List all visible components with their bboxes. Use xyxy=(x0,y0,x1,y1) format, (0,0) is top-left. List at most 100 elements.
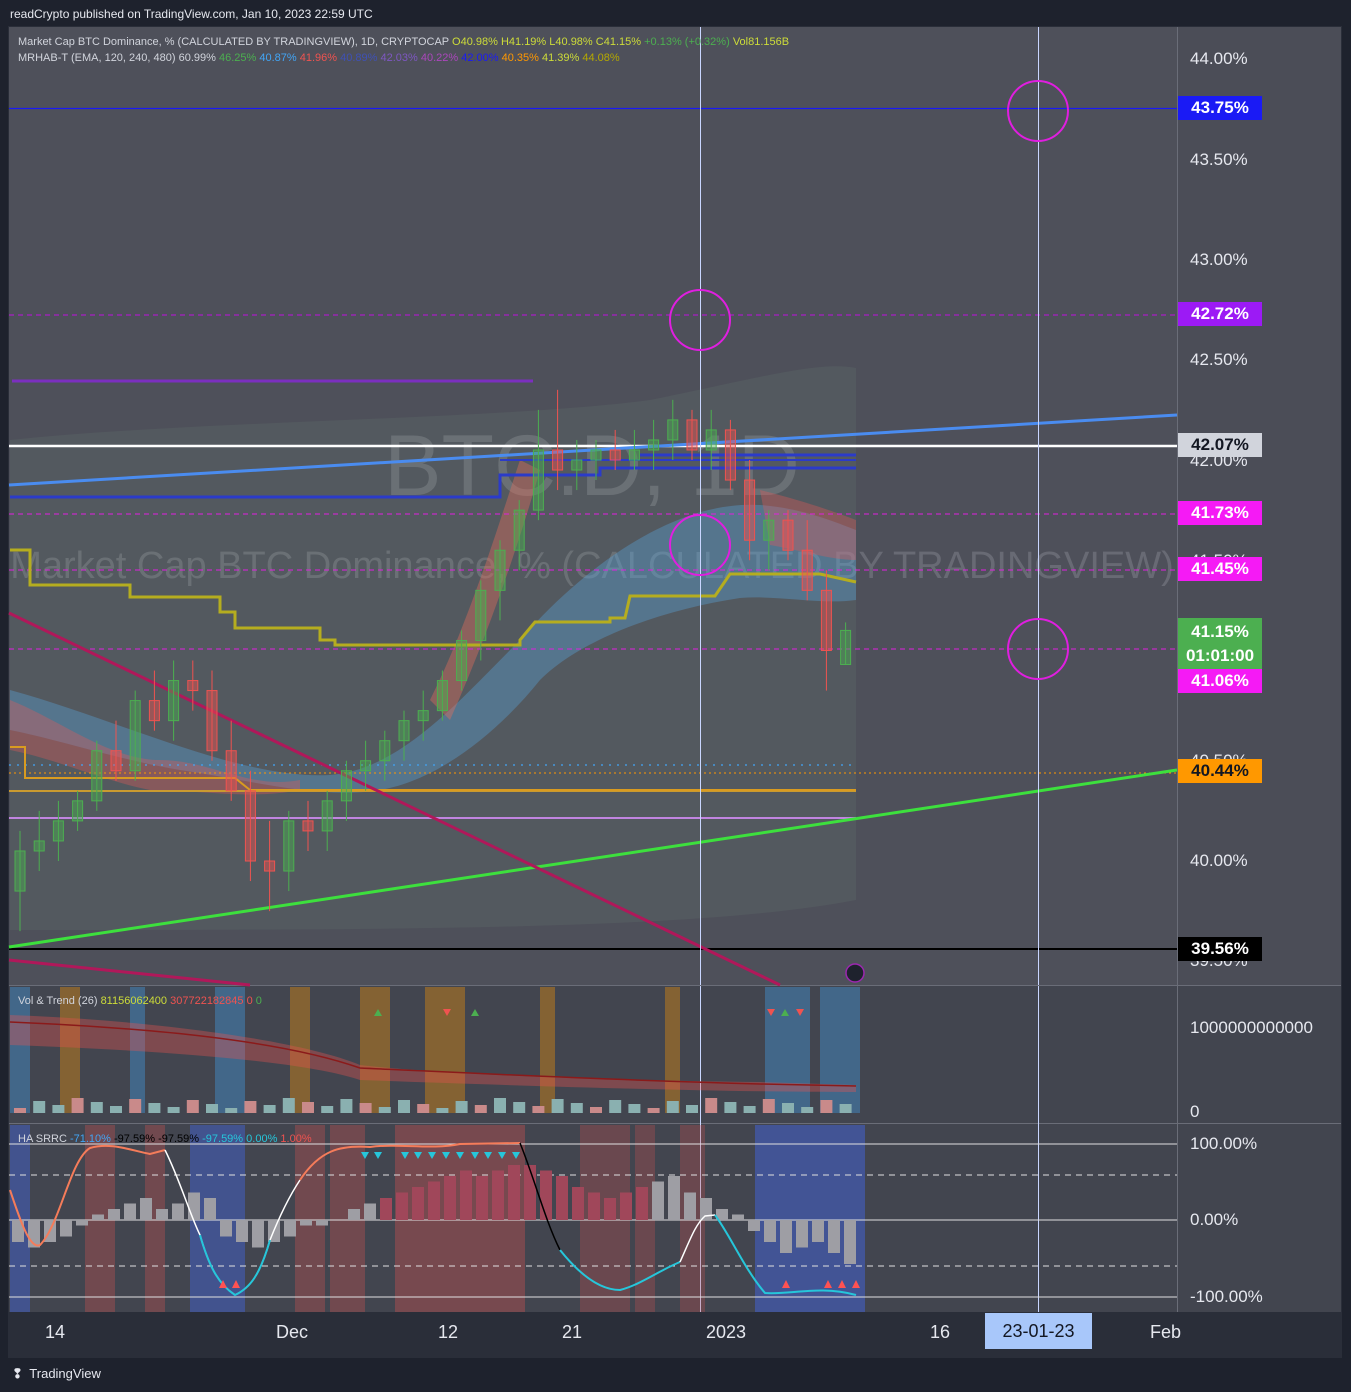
candle-body xyxy=(648,439,660,451)
price-tick: 42.50% xyxy=(1190,350,1248,369)
mrhab-v5: 40.89% xyxy=(340,52,378,64)
candle-body xyxy=(33,840,45,852)
candle-body xyxy=(763,519,775,541)
vol-bar xyxy=(398,1100,410,1113)
trend-stripe xyxy=(765,987,810,1113)
time-tick: 14 xyxy=(45,1322,66,1342)
vol-bar xyxy=(436,1108,449,1113)
osc-axis-100: 100.00% xyxy=(1190,1134,1258,1153)
candle-body xyxy=(571,459,583,471)
candle-body xyxy=(225,750,237,792)
candle-body xyxy=(705,429,717,451)
last-price: 41.15% xyxy=(1191,622,1249,641)
osc-hist-bar xyxy=(700,1198,712,1220)
candle-body xyxy=(244,790,256,862)
legend-high: H41.19% xyxy=(500,36,547,48)
osc-hist-bar xyxy=(572,1187,584,1220)
osc-hist-bar xyxy=(92,1214,104,1220)
vol-bar xyxy=(609,1100,622,1113)
osc-title: HA SRRC xyxy=(18,1133,67,1145)
osc-v5: 0.00% xyxy=(246,1133,278,1145)
price-tag-42-72: 42.72% xyxy=(1178,302,1262,326)
osc-hist-bar xyxy=(588,1192,600,1220)
osc-hist-bar xyxy=(460,1170,472,1220)
price-tag-40-44: 40.44% xyxy=(1178,759,1262,783)
candle-body xyxy=(782,519,794,551)
osc-v6: 1.00% xyxy=(280,1133,312,1145)
vol-bar xyxy=(340,1099,353,1113)
price-tag-41-06: 41.06% xyxy=(1178,669,1262,693)
lightning-icon xyxy=(845,963,865,983)
vol-bar xyxy=(666,1101,679,1113)
candle-body xyxy=(724,429,736,481)
cursor-date-label: 23-01-23 xyxy=(985,1313,1092,1349)
candle-body xyxy=(456,639,468,682)
vol-bar xyxy=(282,1098,295,1113)
mrhab-v4: 41.96% xyxy=(299,52,338,64)
candle-body xyxy=(187,680,199,692)
osc-axis-neg100: -100.00% xyxy=(1190,1287,1263,1306)
vol-bar xyxy=(359,1103,372,1113)
trend-stripe xyxy=(820,987,860,1113)
price-tick: 44.00% xyxy=(1190,49,1248,68)
mrhab-v2: 46.25% xyxy=(218,52,257,64)
tradingview-icon: ❢ xyxy=(12,1366,23,1381)
candle-body xyxy=(206,690,218,752)
vol-bar xyxy=(321,1106,334,1113)
mrhab-name: MRHAB-T (EMA, 120, 240, 480) xyxy=(18,52,176,64)
last-price-tag: 41.15% 01:01:00 xyxy=(1178,618,1262,670)
vol-axis-bottom: 0 xyxy=(1190,1102,1200,1121)
time-tick: 12 xyxy=(438,1322,459,1342)
vol-bar xyxy=(148,1103,161,1113)
osc-hist-bar xyxy=(668,1176,680,1220)
legend-change-pct: (+0.32%) xyxy=(684,36,730,48)
osc-hist-bar xyxy=(76,1220,88,1226)
osc-hist-bar xyxy=(492,1170,504,1220)
osc-hist-bar xyxy=(140,1198,152,1220)
vol-bar xyxy=(647,1108,660,1113)
candle-body xyxy=(801,549,813,591)
candle-body xyxy=(129,700,141,772)
candle-body xyxy=(436,680,448,712)
candle-body xyxy=(72,800,84,822)
osc-hist-bar xyxy=(684,1192,696,1220)
vol-bar xyxy=(225,1108,238,1113)
candle-body xyxy=(590,449,602,461)
osc-hist-bar xyxy=(60,1220,72,1237)
vol-legend: Vol & Trend (26) 81156062400 30772218284… xyxy=(18,995,262,1007)
vol-bar xyxy=(628,1104,641,1113)
tradingview-logo[interactable]: ❢ TradingView xyxy=(12,1366,101,1382)
candle-body xyxy=(264,860,276,872)
candle-body xyxy=(494,549,506,591)
candle-body xyxy=(686,419,698,451)
vol-bar xyxy=(820,1100,833,1113)
vol-bar xyxy=(417,1104,430,1113)
osc-hist-bar xyxy=(540,1170,552,1220)
osc-hist-bar xyxy=(620,1192,632,1220)
candle-body xyxy=(360,760,372,772)
mrhab-v9: 40.35% xyxy=(501,52,539,64)
chart-canvas[interactable]: BTC.D, 1DMarket Cap BTC Dominance, % (CA… xyxy=(0,0,1351,1392)
price-tag-43-75: 43.75% xyxy=(1178,96,1262,120)
candle-body xyxy=(379,740,391,762)
osc-hist-bar xyxy=(796,1220,808,1248)
vol-bar xyxy=(378,1107,391,1113)
mrhab-v6: 42.03% xyxy=(380,52,418,64)
mrhab-legend: MRHAB-T (EMA, 120, 240, 480) 60.99% 46.2… xyxy=(18,52,620,64)
vol-bar xyxy=(551,1099,564,1113)
osc-hist-bar xyxy=(780,1220,792,1253)
time-axis-bg xyxy=(9,1312,1341,1357)
vol-bar xyxy=(244,1101,257,1113)
legend-low: L40.98% xyxy=(549,36,593,48)
candle-body xyxy=(417,710,429,722)
vol-bar xyxy=(110,1106,122,1113)
vol-bar xyxy=(33,1101,46,1113)
time-tick: Dec xyxy=(276,1322,309,1342)
osc-hist-bar xyxy=(476,1176,488,1220)
vol-bar xyxy=(532,1106,545,1113)
vol-v2: 307722182845 xyxy=(170,995,244,1007)
vol-v4: 0 xyxy=(255,995,262,1007)
osc-hist-bar xyxy=(812,1220,824,1242)
candle-body xyxy=(340,770,352,802)
vol-bar xyxy=(513,1102,526,1113)
